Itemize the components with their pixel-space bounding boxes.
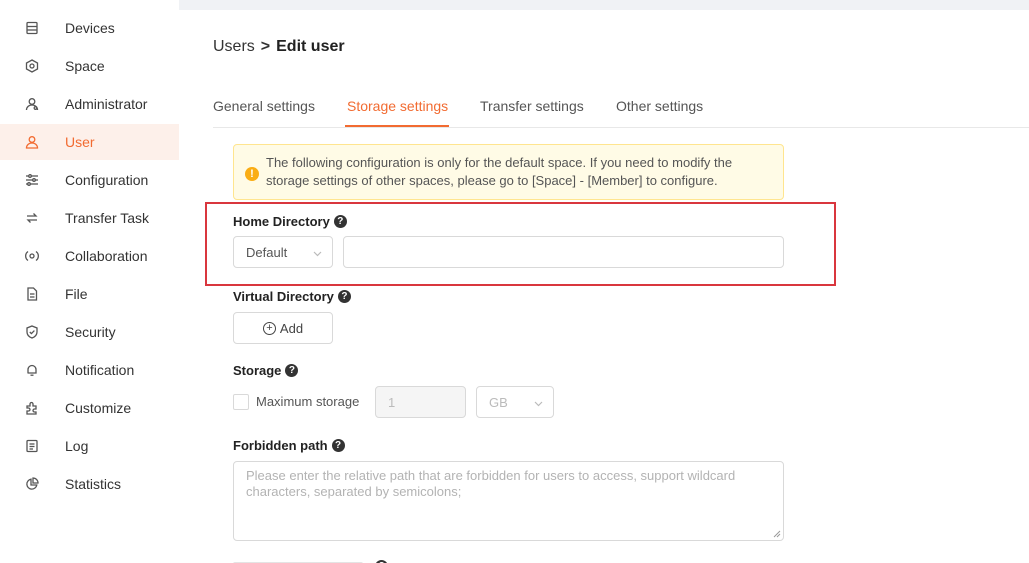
virtual-directory-label: Virtual Directory? [233,289,351,304]
home-directory-label: Home Directory? [233,214,347,229]
sidebar-item-security[interactable]: Security [0,314,179,350]
main-panel: Users > Edit user General settings Storage… [179,10,1029,563]
home-directory-type-select[interactable]: Default [233,236,333,268]
resize-grip-icon[interactable] [773,530,781,538]
sidebar-item-collaboration[interactable]: Collaboration [0,238,179,274]
help-icon[interactable]: ? [333,215,347,228]
sidebar-item-label: Devices [65,20,115,36]
collaboration-icon [25,249,39,263]
breadcrumb: Users > Edit user [213,38,345,56]
forbidden-path-placeholder: Please enter the relative path that are … [246,468,736,499]
help-icon[interactable]: ? [331,439,345,452]
maximum-storage-checkbox[interactable] [233,394,249,410]
sidebar-item-label: Configuration [65,172,149,188]
sidebar-item-label: Log [65,438,89,454]
administrator-icon [25,97,39,111]
security-icon [25,325,39,339]
sidebar-item-label: Space [65,58,105,74]
space-icon [25,59,39,73]
sidebar-item-label: File [65,286,88,302]
sidebar-item-label: Transfer Task [65,210,150,226]
bell-icon [25,363,39,377]
sidebar-item-label: Notification [65,362,135,378]
help-icon[interactable]: ? [337,290,351,303]
forbidden-path-label: Forbidden path? [233,438,345,453]
tab-other-settings[interactable]: Other settings [616,98,703,114]
sidebar-item-configuration[interactable]: Configuration [0,162,179,198]
next-section-label-partial: ? [233,559,403,563]
sidebar-item-label: Statistics [65,476,122,492]
warning-icon: ! [245,167,259,181]
add-button-label: Add [279,320,304,336]
forbidden-path-textarea[interactable]: Please enter the relative path that are … [233,461,784,541]
storage-amount-input[interactable]: 1 [375,386,466,418]
notice-text: The following configuration is only for … [266,155,733,188]
active-tab-indicator [345,125,449,127]
chevron-down-icon [534,399,543,408]
sidebar-item-space[interactable]: Space [0,48,179,84]
sidebar-item-label: Administrator [65,96,148,112]
sidebar-item-log[interactable]: Log [0,428,179,464]
storage-amount-value: 1 [388,395,396,410]
sidebar-item-customize[interactable]: Customize [0,390,179,426]
notice-alert: ! The following configuration is only fo… [233,144,784,200]
breadcrumb-separator: > [260,38,271,55]
sidebar: Devices Space Administrator User Configu… [0,0,179,563]
chevron-down-icon [313,249,322,258]
app-root: Devices Space Administrator User Configu… [0,0,1029,563]
user-icon [25,135,39,149]
storage-unit-value: GB [489,395,508,410]
transfer-task-icon [25,211,39,225]
sidebar-item-label: Customize [65,400,132,416]
plus-circle-icon: + [262,321,276,335]
sidebar-item-file[interactable]: File [0,276,179,312]
forbidden-path-label-text: Forbidden path [233,438,328,453]
sidebar-item-notification[interactable]: Notification [0,352,179,388]
storage-unit-select[interactable]: GB [476,386,554,418]
home-directory-type-value: Default [246,245,288,260]
sidebar-item-label: Security [65,324,116,340]
statistics-icon [25,477,39,491]
sidebar-item-statistics[interactable]: Statistics [0,466,179,502]
tab-general-settings[interactable]: General settings [213,98,315,114]
configuration-icon [25,173,39,187]
customize-icon [25,401,39,415]
virtual-directory-label-text: Virtual Directory [233,289,334,304]
tab-transfer-settings[interactable]: Transfer settings [480,98,584,114]
storage-label: Storage? [233,363,299,378]
file-icon [25,287,39,301]
home-directory-label-text: Home Directory [233,214,330,229]
devices-icon [25,21,39,35]
page-title: Edit user [276,38,345,55]
sidebar-item-label: User [65,134,95,150]
help-icon[interactable]: ? [285,364,299,377]
sidebar-item-administrator[interactable]: Administrator [0,86,179,122]
add-virtual-directory-button[interactable]: + Add [233,312,333,344]
home-directory-path-input[interactable] [343,236,784,268]
sidebar-item-label: Collaboration [65,248,148,264]
log-icon [25,439,39,453]
tab-storage-settings[interactable]: Storage settings [347,98,448,114]
maximum-storage-label: Maximum storage [256,394,360,409]
storage-label-text: Storage [233,363,282,378]
sidebar-item-user[interactable]: User [0,124,179,160]
sidebar-item-devices[interactable]: Devices [0,10,179,46]
breadcrumb-users-link[interactable]: Users [213,38,255,55]
sidebar-item-transfer-task[interactable]: Transfer Task [0,200,179,236]
settings-tabs: General settings Storage settings Transf… [213,98,1029,128]
